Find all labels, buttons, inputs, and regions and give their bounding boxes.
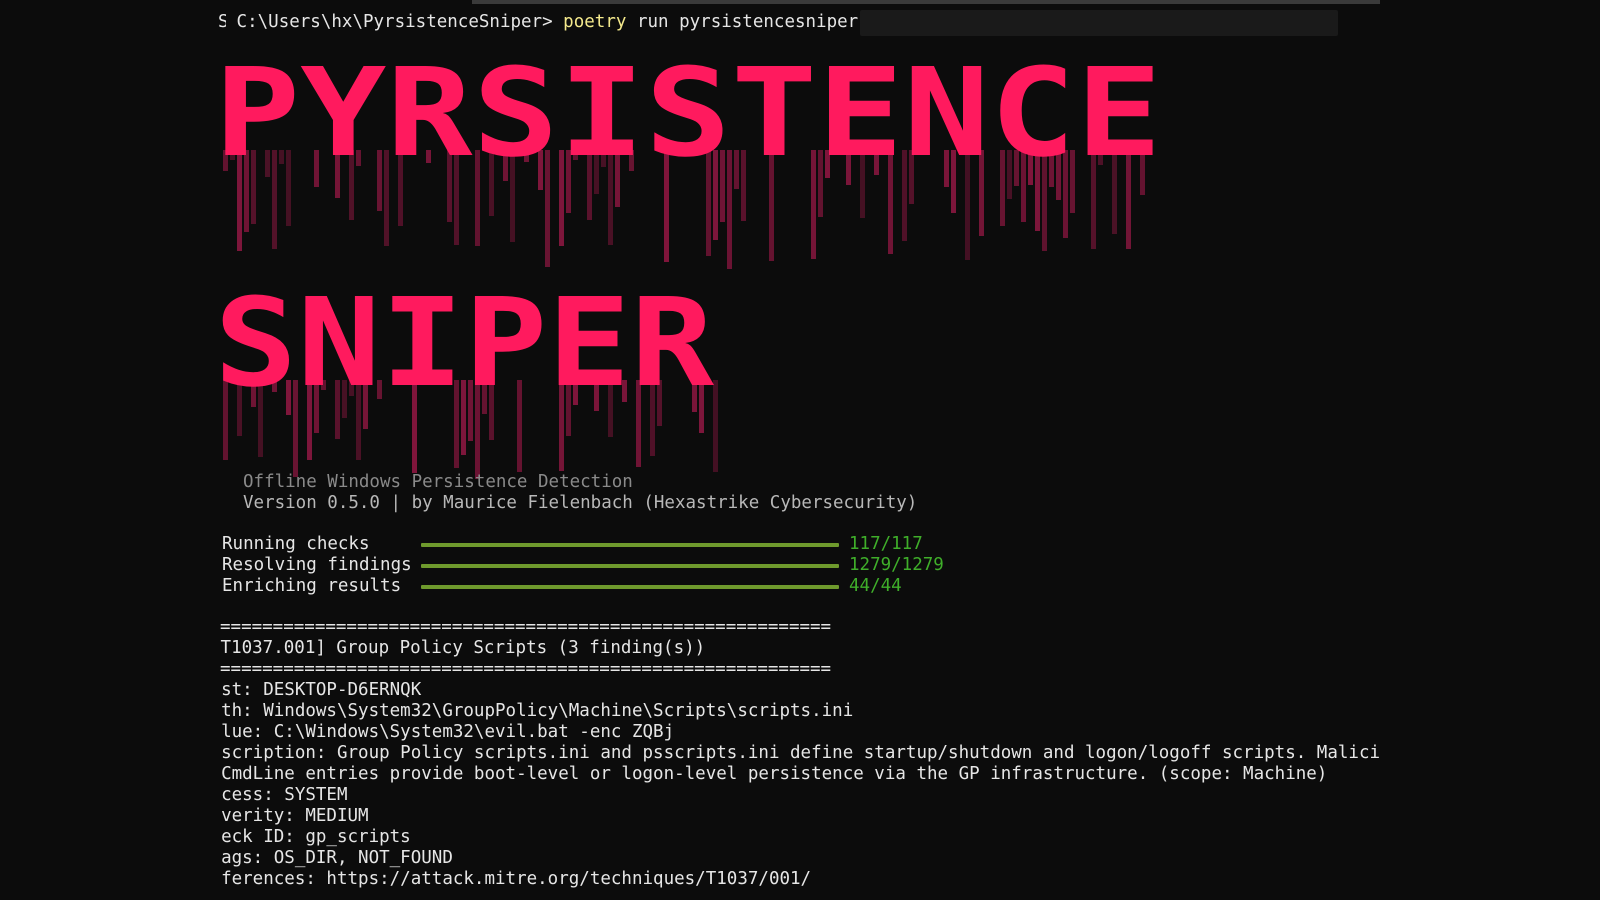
finding-description-cont: CmdLine entries provide boot-level or lo… [220,764,1328,784]
banner-title-line2: SNIPER [214,272,715,414]
finding-references[interactable]: References: https://attack.mitre.org/tec… [220,869,1580,890]
ascii-art-banner: PYRSISTENCE SNIPER [214,42,1162,479]
progress-count: 44/44 [849,576,902,596]
finding-check-id: Check ID: gp_scripts [220,827,411,847]
finding-severity: Severity: MEDIUM [220,806,369,826]
finding-path: Path: Windows\System32\GroupPolicy\Machi… [220,701,854,721]
progress-bar [421,543,839,547]
terminal-window: S C:\Users\hx\PyrsistenceSniper> poetry … [0,0,1600,900]
version-line: Version 0.5.0 | by Maurice Fielenbach (H… [243,493,918,513]
finding-access: Access: SYSTEM [220,785,348,805]
progress-label: Resolving findings [222,555,412,575]
progress-count: 1279/1279 [849,555,944,575]
progress-label: Running checks [222,534,370,554]
progress-count: 117/117 [849,534,923,554]
finding-flags: Flags: OS_DIR, NOT_FOUND [220,848,453,868]
finding-host: Host: DESKTOP-D6ERNQK [220,680,422,700]
separator-top: ========================================… [220,617,832,637]
finding-value: Value: C:\Windows\System32\evil.bat -enc… [220,722,675,742]
progress-bar [421,564,839,568]
progress-label: Enriching results [222,576,402,596]
separator-bottom: ========================================… [220,659,832,679]
section-title: [T1037.001] Group Policy Scripts (3 find… [220,638,706,658]
banner-title-line1: PYRSISTENCE [214,42,1162,184]
finding-description: Description: Group Policy scripts.ini an… [220,743,1380,763]
progress-bar [421,585,839,589]
subtitle: Offline Windows Persistence Detection [243,472,633,492]
